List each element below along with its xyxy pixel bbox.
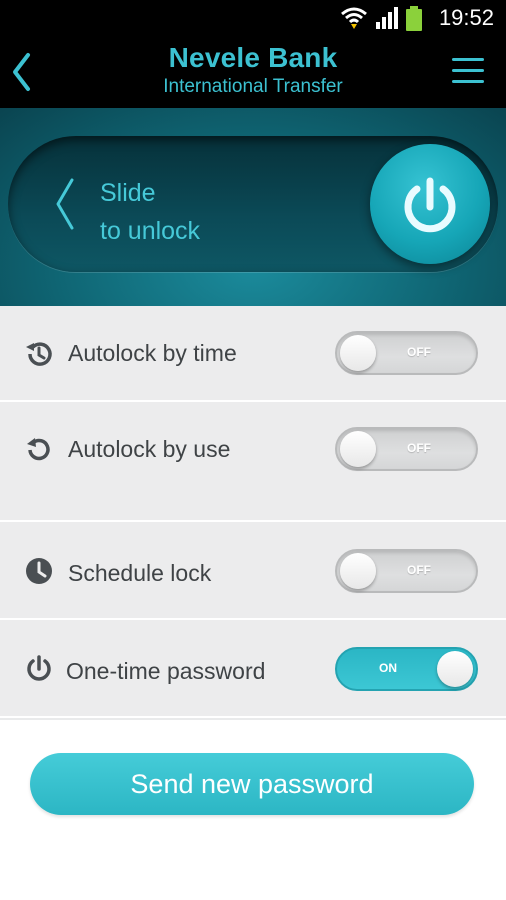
wifi-icon xyxy=(341,7,367,29)
setting-row-autolock-time: Autolock by time OFF xyxy=(0,306,506,402)
header-titles: Nevele Bank International Transfer xyxy=(0,42,506,98)
toggle-state: OFF xyxy=(407,441,431,455)
page-title: Nevele Bank xyxy=(168,42,338,73)
autolock-use-toggle[interactable]: OFF xyxy=(335,427,478,471)
clock-icon xyxy=(26,558,52,584)
toggle-knob xyxy=(437,651,473,687)
status-time: 19:52 xyxy=(438,5,494,30)
setting-row-schedule-lock: Schedule lock OFF xyxy=(0,522,506,620)
slide-to-unlock-label: Slide to unlock xyxy=(100,179,201,245)
hamburger-icon xyxy=(452,58,484,61)
chevron-left-icon xyxy=(56,178,74,230)
status-bar: 19:52 xyxy=(0,0,506,36)
history-icon xyxy=(26,342,52,366)
setting-label: One-time password xyxy=(66,658,266,684)
power-icon xyxy=(27,655,51,681)
autolock-time-toggle[interactable]: OFF xyxy=(335,331,478,375)
toggle-knob xyxy=(340,335,376,371)
slide-to-unlock-track[interactable]: Slide to unlock xyxy=(8,136,498,272)
toggle-state: ON xyxy=(379,661,397,675)
toggle-knob xyxy=(340,553,376,589)
page-subtitle: International Transfer xyxy=(163,76,343,97)
battery-icon xyxy=(406,6,422,31)
signal-icon xyxy=(376,7,398,29)
toggle-state: OFF xyxy=(407,563,431,577)
lock-settings-list: Autolock by time OFF Autolock by use OFF… xyxy=(0,306,506,720)
setting-row-autolock-use: Autolock by use OFF xyxy=(0,402,506,522)
setting-label: Schedule lock xyxy=(68,560,212,586)
refresh-icon xyxy=(27,438,50,461)
setting-label: Autolock by use xyxy=(68,436,231,462)
one-time-password-toggle[interactable]: ON xyxy=(335,647,478,691)
setting-label: Autolock by time xyxy=(68,340,237,366)
unlock-banner: Slide to unlock xyxy=(0,108,506,306)
send-new-password-button[interactable]: Send new password xyxy=(30,753,474,815)
schedule-lock-toggle[interactable]: OFF xyxy=(335,549,478,593)
toggle-state: OFF xyxy=(407,345,431,359)
unlock-handle[interactable] xyxy=(370,144,490,264)
toggle-knob xyxy=(340,431,376,467)
power-icon xyxy=(404,177,456,233)
app-header: Nevele Bank International Transfer xyxy=(0,36,506,108)
menu-button[interactable] xyxy=(450,54,486,88)
setting-row-one-time-password: One-time password ON xyxy=(0,620,506,718)
